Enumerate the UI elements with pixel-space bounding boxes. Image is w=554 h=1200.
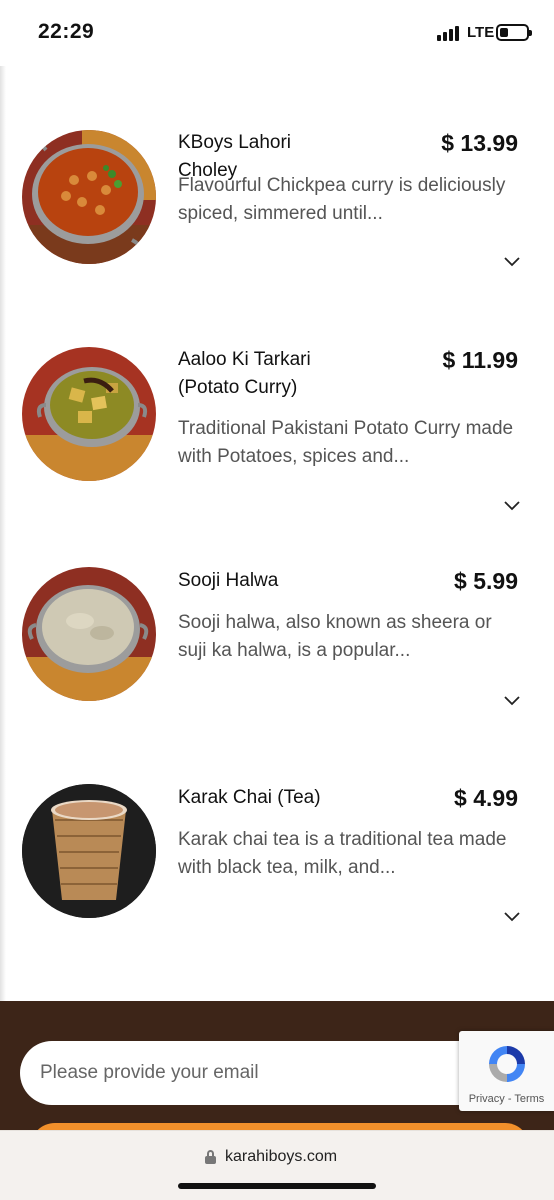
browser-url-bar[interactable]: karahiboys.com (0, 1130, 554, 1200)
item-name: Karak Chai (Tea) (178, 787, 321, 808)
recaptcha-icon (489, 1046, 525, 1082)
recaptcha-separator: - (504, 1093, 515, 1105)
item-price: $ 4.99 (454, 785, 518, 811)
network-type: LTE (467, 24, 495, 41)
chevron-down-icon[interactable] (503, 910, 521, 922)
battery-icon (496, 24, 532, 41)
chevron-down-icon[interactable] (503, 694, 521, 706)
home-indicator[interactable] (178, 1183, 376, 1189)
chevron-down-icon[interactable] (503, 499, 521, 511)
item-description: Flavourful Chickpea curry is deliciously… (178, 175, 506, 224)
status-time: 22:29 (38, 20, 95, 43)
recaptcha-badge[interactable]: Privacy - Terms (459, 1031, 554, 1111)
recaptcha-terms-link[interactable]: Terms (514, 1093, 544, 1105)
halwa-image (22, 567, 156, 701)
menu-item[interactable]: KBoys Lahori Choley $ 13.99 Flavourful C… (0, 128, 554, 288)
lock-icon (205, 1150, 216, 1164)
chai-cup-image (22, 784, 156, 918)
chickpea-curry-image (22, 130, 156, 264)
item-price: $ 5.99 (454, 568, 518, 594)
menu-item[interactable]: Karak Chai (Tea) $ 4.99 Karak chai tea i… (0, 784, 554, 934)
item-name: Aaloo Ki Tarkari (Potato Curry) (178, 349, 311, 398)
item-description: Traditional Pakistani Potato Curry made … (178, 418, 514, 467)
item-price: $ 11.99 (442, 347, 518, 373)
item-description: Karak chai tea is a traditional tea made… (178, 829, 507, 878)
item-description: Sooji halwa, also known as sheera or suj… (178, 612, 492, 661)
item-price: $ 13.99 (441, 130, 518, 156)
menu-item[interactable]: Aaloo Ki Tarkari (Potato Curry) $ 11.99 … (0, 345, 554, 520)
potato-curry-image (22, 347, 156, 481)
status-bar: 22:29 LTE (0, 0, 554, 66)
url-domain[interactable]: karahiboys.com (225, 1148, 337, 1166)
item-name: Sooji Halwa (178, 570, 279, 591)
chevron-down-icon[interactable] (503, 255, 521, 267)
recaptcha-privacy-link[interactable]: Privacy (469, 1093, 505, 1105)
menu-item[interactable]: Sooji Halwa $ 5.99 Sooji halwa, also kno… (0, 567, 554, 717)
cellular-signal-icon (437, 25, 463, 41)
